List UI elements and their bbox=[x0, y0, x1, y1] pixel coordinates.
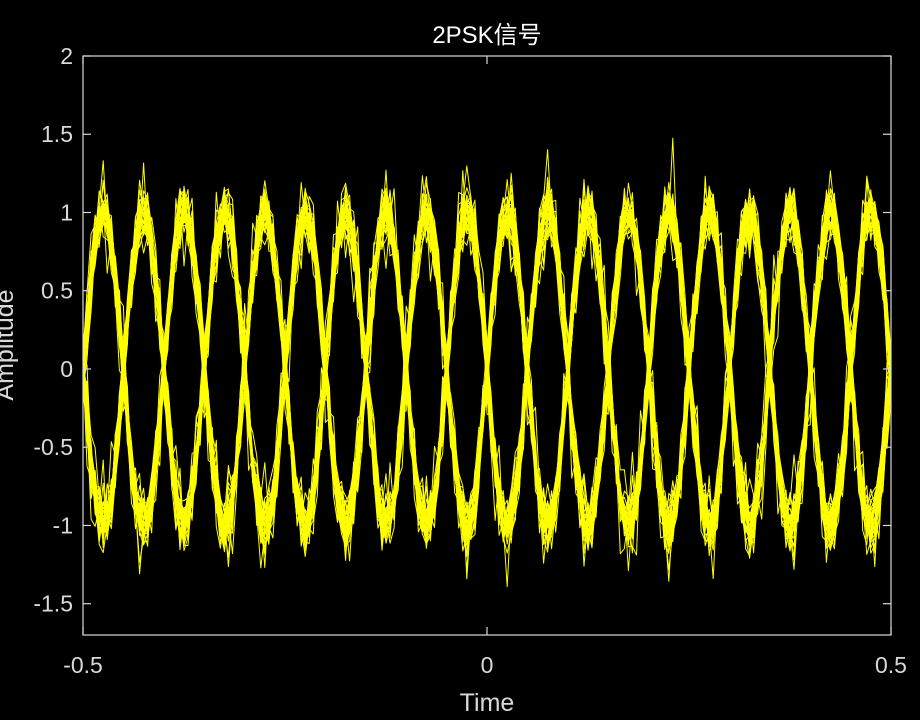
y-tick-label: 1 bbox=[60, 199, 73, 225]
y-tick-label: -1.5 bbox=[33, 591, 73, 617]
y-tick-label: 1.5 bbox=[41, 121, 73, 147]
y-tick-label: -0.5 bbox=[33, 434, 73, 460]
y-tick-label: 0 bbox=[60, 356, 73, 382]
figure-background bbox=[0, 0, 920, 720]
x-tick-label: 0 bbox=[481, 652, 494, 678]
y-axis-label: Amplitude bbox=[0, 289, 19, 400]
x-tick-label: -0.5 bbox=[63, 652, 103, 678]
chart-title: 2PSK信号 bbox=[432, 22, 541, 49]
x-tick-label: 0.5 bbox=[875, 652, 907, 678]
y-tick-label: 2 bbox=[60, 43, 73, 69]
y-tick-label: 0.5 bbox=[41, 278, 73, 304]
x-axis-label: Time bbox=[460, 689, 515, 717]
y-tick-label: -1 bbox=[53, 512, 73, 538]
chart-figure: -0.5 0 0.5 -1.5 -1 -0.5 0 0.5 1 1.5 2 2PSK信号 Time… bbox=[0, 0, 920, 720]
